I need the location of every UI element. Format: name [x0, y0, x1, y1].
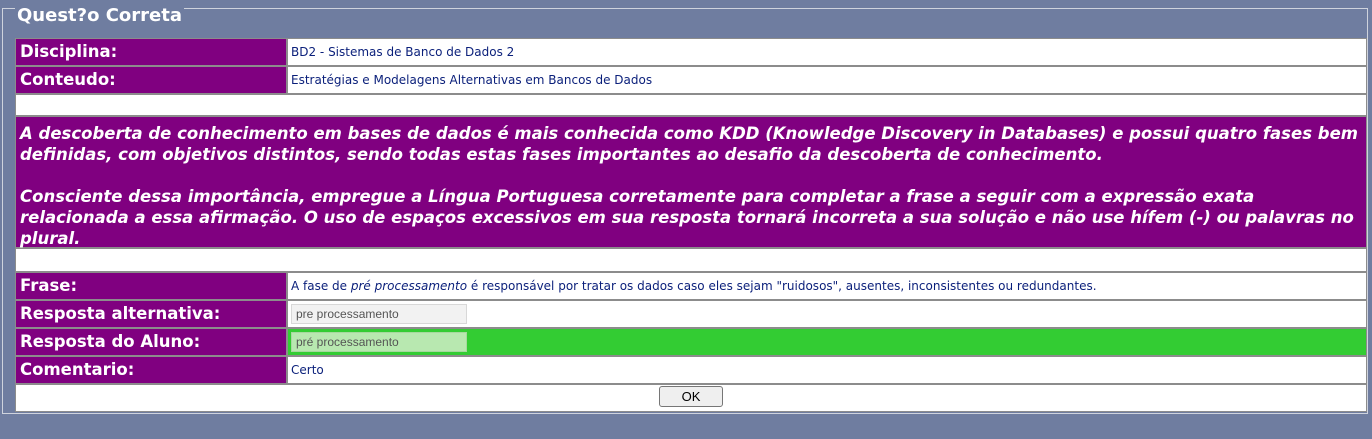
disciplina-value: BD2 - Sistemas de Banco de Dados 2 [287, 38, 1367, 66]
spacer-row [15, 94, 1367, 116]
resposta-aluno-label: Resposta do Aluno: [15, 328, 287, 356]
resposta-aluno-field[interactable]: pré processamento [291, 332, 467, 352]
frase-text-after: é responsável por tratar os dados caso e… [467, 279, 1097, 293]
question-text: A descoberta de conhecimento em bases de… [15, 116, 1367, 248]
resposta-alternativa-label: Resposta alternativa: [15, 300, 287, 328]
question-panel: Quest?o Correta Disciplina: BD2 - Sistem… [2, 5, 1368, 414]
actions-row: OK [15, 384, 1367, 412]
frase-text-before: A fase de [291, 279, 351, 293]
question-table: Disciplina: BD2 - Sistemas de Banco de D… [15, 38, 1367, 412]
ok-button[interactable]: OK [659, 386, 723, 407]
panel-title: Quest?o Correta [15, 5, 185, 26]
frase-value: A fase de pré processamento é responsáve… [287, 272, 1367, 300]
page-background [0, 414, 1372, 439]
comentario-value: Certo [287, 356, 1367, 384]
conteudo-label: Conteudo: [15, 66, 287, 94]
question-paragraph-2: Consciente dessa importância, empregue a… [20, 187, 1354, 248]
conteudo-value: Estratégias e Modelagens Alternativas em… [287, 66, 1367, 94]
spacer-row [15, 248, 1367, 272]
resposta-alternativa-cell: pre processamento [287, 300, 1367, 328]
disciplina-label: Disciplina: [15, 38, 287, 66]
frase-emphasis: pré processamento [350, 279, 468, 293]
resposta-aluno-cell: pré processamento [287, 328, 1367, 356]
resposta-alternativa-field[interactable]: pre processamento [291, 304, 467, 324]
question-paragraph-1: A descoberta de conhecimento em bases de… [20, 124, 1358, 164]
frase-label: Frase: [15, 272, 287, 300]
comentario-label: Comentario: [15, 356, 287, 384]
